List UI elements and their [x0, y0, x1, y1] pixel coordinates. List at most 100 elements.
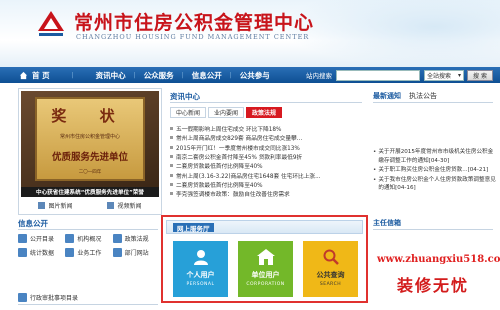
list-item[interactable]: 常州上周(3.16-3.22)商品房住宅1648套 住宅环比上涨... [170, 170, 362, 180]
search-scope-value: 全站搜索 [427, 72, 452, 80]
site-header: 常州市住房公积金管理中心 CHANGZHOU HOUSING FUND MANA… [0, 0, 500, 67]
news-item-text: 南京二套房公积金首付降至45% 贷款利率最低9折 [176, 155, 303, 162]
nav-separator: | [181, 71, 184, 79]
list-item[interactable]: 李克强签调楼市政策：鼓励自住改善住房需求 [170, 189, 362, 198]
chevron-down-icon: ▾ [457, 71, 461, 79]
list-item[interactable]: 常州上周商品房成交829套 商品房住宅成交量攀... [170, 133, 362, 142]
divider [170, 102, 362, 103]
info-link-department-sites[interactable]: 部门网站 [112, 247, 158, 257]
plaque-heading: 奖 状 [51, 107, 129, 125]
nav-item-news[interactable]: 资讯中心 [96, 70, 126, 81]
nav-separator: | [133, 71, 136, 79]
info-link-label: 业务工作 [77, 249, 102, 257]
catalog-icon [18, 233, 27, 243]
corporation-user-label: 单位用户 [251, 271, 280, 279]
news-item-text: 常州上周商品房成交829套 商品房住宅成交量攀... [176, 136, 303, 143]
news-item-text: 常州上周(3.16-3.22)商品房住宅1648套 住宅环比上涨... [176, 173, 321, 180]
tab-latest-notice[interactable]: 最新通知 [373, 91, 401, 101]
home-icon[interactable] [18, 70, 28, 80]
bullet-icon [170, 192, 173, 196]
notice-date: [04-30] [428, 157, 450, 164]
list-item[interactable]: 二套房贷款最低首付比例降至40% [170, 161, 362, 170]
notice-date: [04-21] [467, 167, 489, 173]
tab-enforcement[interactable]: 执法公告 [409, 91, 437, 101]
site-search: 站内搜索 全站搜索 ▾ 搜 索 [306, 67, 493, 83]
search-scope-select[interactable]: 全站搜索 ▾ [424, 69, 464, 81]
bullet-icon [170, 136, 173, 140]
bullet-icon: • [373, 149, 377, 155]
divider [373, 229, 493, 230]
corporation-user-en: CORPORATION [246, 282, 285, 287]
info-link-policy[interactable]: 政策法规 [112, 233, 158, 243]
picture-news-link[interactable]: 图片新闻 [38, 201, 73, 210]
public-query-button[interactable]: 公共查询 SEARCH [303, 241, 358, 297]
tab-center-news[interactable]: 中心新闻 [170, 107, 207, 118]
info-link-label: 行政审批事项目录 [30, 294, 79, 302]
news-list: 五一假期影响上周住宅成交 环比下降18% 常州上周商品房成交829套 商品房住宅… [170, 124, 362, 198]
info-public-section: 信息公开 公开目录 机构概况 政策法规 统计数据 业务工作 部门网站 行政审批事… [18, 218, 158, 304]
tab-policy[interactable]: 政策法规 [246, 107, 283, 118]
info-link-organization[interactable]: 机构概况 [65, 233, 110, 243]
list-item[interactable]: • 关于我市住房公积金个人住房贷款政策调整意见的通知[04-16] [373, 176, 497, 193]
nav-separator: | [71, 71, 74, 79]
info-link-approval-catalog[interactable]: 行政审批事项目录 [18, 292, 118, 302]
award-photo[interactable]: 奖 状 常州市住房公积金管理中心 优质服务先进单位 二〇一四年 [21, 91, 159, 187]
list-item[interactable]: 2015年开门红！一季度常州楼市成交同比涨13% [170, 143, 362, 152]
business-icon [65, 247, 75, 257]
personal-user-en: PERSONAL [186, 282, 215, 287]
picture-news-label: 图片新闻 [48, 203, 73, 210]
award-plaque: 奖 状 常州市住房公积金管理中心 优质服务先进单位 二〇一四年 [35, 97, 145, 181]
list-item[interactable]: 南京二套房公积金首付降至45% 贷款利率最低9折 [170, 152, 362, 161]
statistics-icon [18, 247, 27, 257]
notice-list: • 关于开展2015年度常州市市级机关住房公积金缴存调整工作的通知[04-30] … [373, 148, 497, 194]
bullet-icon [170, 155, 173, 159]
bullet-icon [170, 145, 173, 149]
video-icon [107, 202, 115, 209]
approval-icon [18, 292, 27, 302]
main-nav: 首 页 | 资讯中心 | 公众服务 | 信息公开 | 公共参与 站内搜索 全站搜… [0, 67, 500, 83]
list-item[interactable]: • 关于职工购买住房公积金住房贷款...[04-21] [373, 166, 497, 175]
service-header: 网上服务厅 [166, 220, 363, 234]
policy-icon [112, 233, 122, 243]
nav-item-public-service[interactable]: 公众服务 [144, 70, 174, 81]
bullet-icon: • [373, 176, 377, 183]
info-links-grid: 公开目录 机构概况 政策法规 统计数据 业务工作 部门网站 [18, 233, 158, 257]
info-link-business[interactable]: 业务工作 [65, 247, 110, 257]
info-link-statistics[interactable]: 统计数据 [18, 247, 63, 257]
video-news-link[interactable]: 视频新闻 [107, 201, 142, 210]
news-item-text: 五一假期影响上周住宅成交 环比下降18% [176, 127, 282, 134]
personal-user-button[interactable]: 个人用户 PERSONAL [173, 241, 228, 297]
director-mailbox-title[interactable]: 主任信箱 [373, 218, 401, 228]
notice-tabs: 最新通知 执法公告 [373, 91, 445, 101]
list-item[interactable]: 二套房贷款最低首付比例降至40% [170, 180, 362, 189]
corporation-user-button[interactable]: 单位用户 CORPORATION [238, 241, 293, 297]
info-link-label: 部门网站 [124, 249, 149, 257]
tab-industry-news[interactable]: 业内要闻 [208, 107, 245, 118]
bullet-icon [170, 182, 173, 186]
photo-links: 图片新闻 视频新闻 [21, 201, 159, 210]
news-tabs: 中心新闻 业内要闻 政策法规 [170, 107, 284, 118]
site-logo-icon[interactable] [36, 9, 66, 39]
search-button[interactable]: 搜 索 [467, 69, 493, 81]
nav-separator: | [229, 71, 232, 79]
divider [18, 229, 158, 230]
notice-date: [04-16] [395, 185, 416, 191]
info-link-catalog[interactable]: 公开目录 [18, 233, 63, 243]
bullet-icon [170, 127, 173, 131]
news-item-text: 二套房贷款最低首付比例降至40% [176, 164, 263, 171]
watermark-url: www.zhuangxiu518.com [377, 254, 500, 265]
video-news-label: 视频新闻 [117, 203, 142, 210]
watermark-brand: 装修无忧 [397, 276, 470, 295]
nav-item-home[interactable]: 首 页 [32, 70, 50, 81]
divider [373, 102, 493, 103]
site-subtitle: CHANGZHOU HOUSING FUND MANAGEMENT CENTER [76, 33, 310, 41]
search-input[interactable] [336, 69, 420, 81]
list-item[interactable]: 五一假期影响上周住宅成交 环比下降18% [170, 124, 362, 133]
info-link-label: 统计数据 [30, 249, 55, 257]
photo-caption[interactable]: 中心获省住建系统“优质服务先进单位”荣誉 [21, 187, 159, 197]
list-item[interactable]: • 关于开展2015年度常州市市级机关住房公积金缴存调整工作的通知[04-30] [373, 148, 497, 165]
nav-item-info-public[interactable]: 信息公开 [192, 70, 222, 81]
plaque-org: 常州市住房公积金管理中心 [59, 134, 120, 140]
nav-item-participation[interactable]: 公共参与 [240, 70, 270, 81]
online-service-panel: 网上服务厅 个人用户 PERSONAL 单位用户 CORPORATION 公共查… [161, 215, 368, 303]
